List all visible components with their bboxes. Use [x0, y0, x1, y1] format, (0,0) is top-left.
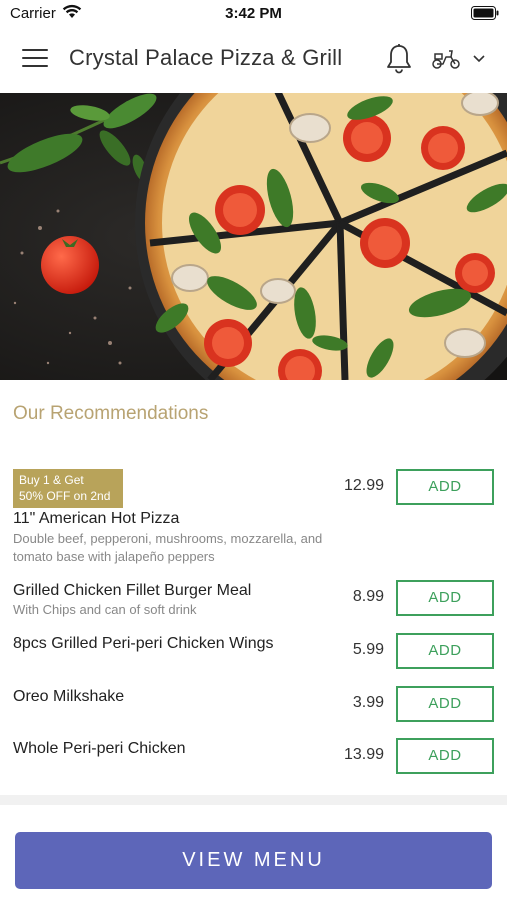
section-divider	[0, 795, 507, 805]
item-name: Grilled Chicken Fillet Burger Meal	[13, 582, 252, 599]
battery-icon	[471, 6, 499, 20]
item-name: Whole Peri-peri Chicken	[13, 740, 186, 757]
scooter-icon[interactable]	[431, 48, 461, 70]
item-price: 3.99	[352, 694, 384, 711]
item-description: With Chips and can of soft drink	[13, 602, 197, 617]
item-price: 12.99	[343, 477, 384, 494]
item-name: Oreo Milkshake	[13, 688, 125, 705]
item-description: Double beef, pepperoni, mushrooms, mozza…	[13, 531, 323, 564]
add-button[interactable]: ADD	[396, 580, 494, 616]
menu-icon[interactable]	[22, 49, 48, 71]
add-button[interactable]: ADD	[396, 738, 494, 774]
promo-line-1: Buy 1 & Get	[19, 473, 84, 487]
promo-line-2: 50% OFF on 2nd	[19, 489, 111, 503]
hero-image	[0, 93, 507, 380]
add-button[interactable]: ADD	[396, 469, 494, 505]
item-price: 13.99	[343, 746, 384, 763]
pizza-image	[0, 93, 507, 380]
item-name: 11" American Hot Pizza	[13, 510, 180, 527]
recommendations-title: Our Recommendations	[13, 403, 209, 424]
add-button[interactable]: ADD	[396, 633, 494, 669]
add-button[interactable]: ADD	[396, 686, 494, 722]
item-price: 5.99	[352, 641, 384, 658]
item-price: 8.99	[352, 588, 384, 605]
promo-badge: Buy 1 & Get 50% OFF on 2nd	[13, 469, 123, 508]
bell-icon[interactable]	[385, 43, 413, 75]
clock: 3:42 PM	[225, 5, 282, 22]
app-header: Crystal Palace Pizza & Grill	[0, 28, 507, 93]
view-menu-button[interactable]: VIEW MENU	[15, 832, 492, 889]
item-name: 8pcs Grilled Peri-peri Chicken Wings	[13, 635, 274, 652]
status-bar: Carrier 3:42 PM	[0, 0, 507, 28]
page-title: Crystal Palace Pizza & Grill	[69, 45, 343, 70]
chevron-down-icon[interactable]	[472, 54, 486, 64]
